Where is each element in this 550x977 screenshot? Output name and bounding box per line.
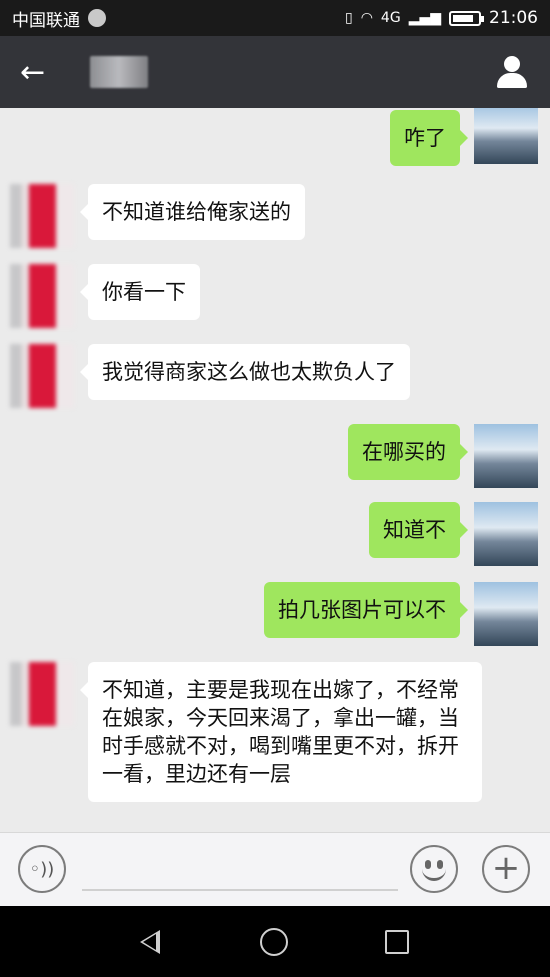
message-row: 不知道谁给俺家送的 (10, 184, 305, 248)
contact-avatar[interactable] (10, 344, 74, 408)
notification-icon (88, 9, 106, 27)
message-row: 我觉得商家这么做也太欺负人了 (10, 344, 410, 408)
message-bubble[interactable]: 知道不 (369, 502, 468, 558)
message-row: 在哪买的 (348, 424, 538, 488)
contact-avatar[interactable] (10, 662, 74, 726)
self-avatar[interactable] (474, 502, 538, 566)
message-row: 你看一下 (10, 264, 200, 328)
emoji-button[interactable] (410, 845, 458, 893)
contact-avatar[interactable] (10, 184, 74, 248)
input-bar: ◦)) + (0, 832, 550, 906)
system-back-icon[interactable] (140, 930, 160, 954)
message-input[interactable] (82, 847, 398, 891)
message-bubble[interactable]: 我觉得商家这么做也太欺负人了 (80, 344, 410, 400)
self-avatar[interactable] (474, 424, 538, 488)
message-row: 知道不 (369, 502, 538, 566)
back-arrow-icon[interactable]: ← (20, 55, 60, 90)
chat-area[interactable]: 咋了 不知道谁给俺家送的 你看一下 我觉得商家这么做也太欺负人了 在哪买的 知道… (0, 108, 550, 832)
status-time: 21:06 (489, 8, 538, 28)
message-row: 咋了 (390, 108, 538, 166)
self-avatar[interactable] (474, 582, 538, 646)
system-nav-bar (0, 906, 550, 977)
carrier-name: 中国联通 (12, 10, 80, 31)
plus-icon: + (491, 848, 521, 888)
more-button[interactable]: + (482, 845, 530, 893)
battery-icon (449, 10, 484, 26)
message-bubble[interactable]: 在哪买的 (348, 424, 468, 480)
wifi-icon: ◠ (360, 10, 373, 26)
status-bar: 中国联通 ▯ ◠ 4G ▂▄▆ 21:06 (0, 0, 550, 36)
message-row: 拍几张图片可以不 (264, 582, 538, 646)
voice-input-button[interactable]: ◦)) (18, 845, 66, 893)
network-type: 4G (380, 10, 401, 26)
profile-icon[interactable] (494, 54, 530, 90)
self-avatar[interactable] (474, 108, 538, 164)
vibrate-icon: ▯ (344, 10, 353, 26)
status-icons: ▯ ◠ 4G ▂▄▆ 21:06 (345, 8, 538, 28)
message-row: 不知道，主要是我现在出嫁了，不经常在娘家，今天回来渴了，拿出一罐，当时手感就不对… (10, 662, 482, 802)
chat-header: ← (0, 36, 550, 108)
message-bubble[interactable]: 不知道谁给俺家送的 (80, 184, 305, 240)
contact-name (90, 56, 148, 88)
message-bubble[interactable]: 你看一下 (80, 264, 200, 320)
system-recents-icon[interactable] (385, 930, 409, 954)
signal-icon: ▂▄▆ (408, 10, 441, 26)
contact-avatar[interactable] (10, 264, 74, 328)
message-bubble[interactable]: 咋了 (390, 110, 468, 166)
system-home-icon[interactable] (260, 928, 288, 956)
smiley-icon (425, 860, 431, 869)
message-bubble[interactable]: 拍几张图片可以不 (264, 582, 468, 638)
voice-icon: ◦)) (29, 858, 55, 880)
message-bubble[interactable]: 不知道，主要是我现在出嫁了，不经常在娘家，今天回来渴了，拿出一罐，当时手感就不对… (80, 662, 482, 802)
